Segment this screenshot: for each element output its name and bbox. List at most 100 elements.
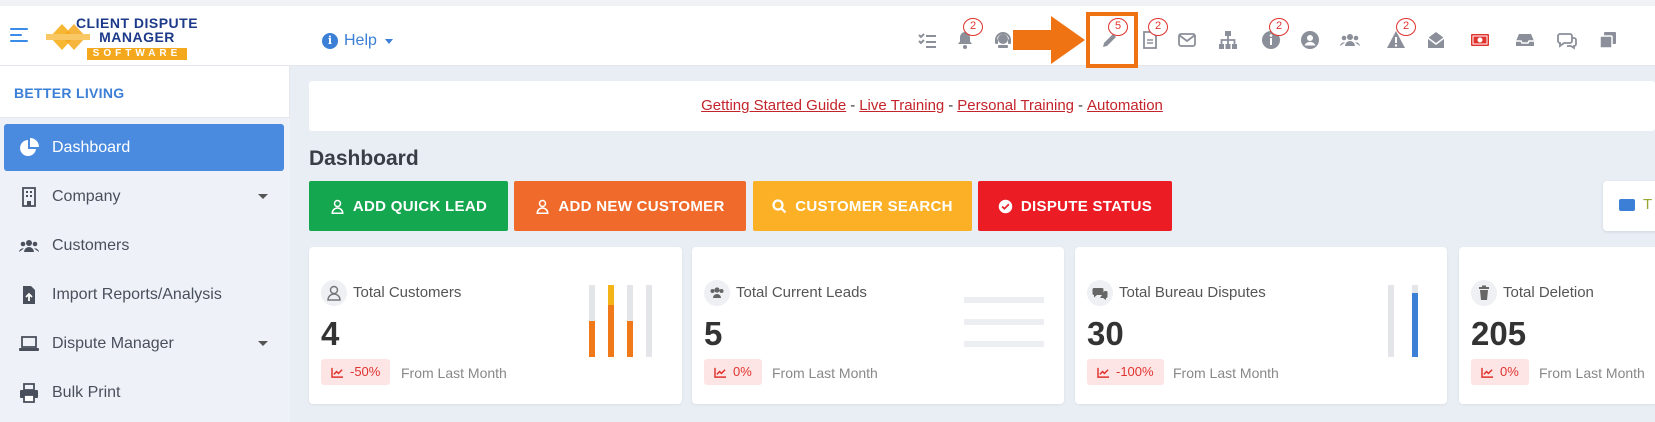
user-outline-icon	[321, 280, 347, 306]
chat-icon[interactable]	[1557, 30, 1577, 50]
alerts-badge: 2	[1396, 18, 1416, 36]
user-outline-icon	[536, 199, 549, 214]
sidebar-item-label: Import Reports/Analysis	[52, 285, 222, 303]
logo-line2: MANAGER	[99, 29, 175, 45]
stat-card-total-deletion[interactable]: Total Deletion 205 0% From Last Month	[1459, 247, 1655, 404]
sidebar-item-bulk-print[interactable]: Bulk Print	[4, 369, 284, 416]
trend-icon	[714, 367, 726, 378]
pencil-badge: 5	[1108, 18, 1128, 36]
trend-icon	[331, 367, 343, 378]
link-separator: -	[948, 97, 954, 114]
trend-icon	[1097, 367, 1109, 378]
users-icon[interactable]	[1340, 30, 1360, 50]
chevron-down-icon	[258, 194, 268, 199]
card-change-badge: -100%	[1087, 359, 1164, 385]
copy-icon[interactable]	[1598, 30, 1618, 50]
card-label: Total Current Leads	[736, 284, 867, 301]
links-bar: Getting Started Guide - Live Training - Pers…	[309, 81, 1655, 131]
logo-line3: SOFTWARE	[86, 48, 188, 60]
laptop-icon	[19, 335, 39, 351]
hamburger-menu-icon[interactable]	[10, 28, 28, 42]
file-import-icon	[23, 285, 35, 304]
add-new-customer-label: ADD NEW CUSTOMER	[558, 197, 725, 215]
sidebar-item-label: Customers	[52, 236, 130, 254]
mini-bar-chart	[1388, 285, 1418, 357]
sidebar-item-dispute-manager[interactable]: Dispute Manager	[4, 320, 284, 367]
sidebar-item-dashboard[interactable]: Dashboard	[4, 124, 284, 171]
card-value: 30	[1087, 315, 1124, 352]
sidebar-nav: Dashboard Company Customers Import Repor…	[0, 118, 290, 416]
stat-card-total-bureau-disputes[interactable]: Total Bureau Disputes 30 -100% From Last…	[1075, 247, 1447, 404]
org-name: BETTER LIVING	[0, 66, 290, 118]
add-new-customer-button[interactable]: ADD NEW CUSTOMER	[514, 181, 746, 231]
users-icon	[19, 239, 39, 252]
user-circle-icon[interactable]	[1300, 30, 1320, 50]
trash-icon	[1471, 280, 1497, 306]
help-menu[interactable]: i Help	[322, 32, 393, 50]
link-separator: -	[850, 97, 856, 114]
customer-search-label: CUSTOMER SEARCH	[795, 197, 953, 215]
support-agent-icon[interactable]	[993, 30, 1013, 50]
live-training-link[interactable]: Live Training	[859, 97, 944, 114]
check-circle-icon	[998, 199, 1013, 213]
card-value: 5	[704, 315, 723, 352]
notifications-badge: 2	[963, 18, 983, 36]
mini-bar-chart	[589, 285, 652, 357]
mail-open-icon[interactable]	[1426, 30, 1446, 50]
top-bar: CLIENT DISPUTE MANAGER SOFTWARE i Help 2…	[0, 0, 1655, 68]
sidebar-item-label: Bulk Print	[52, 383, 121, 401]
card-from-label: From Last Month	[1173, 365, 1279, 381]
chevron-down-icon	[384, 38, 393, 44]
sidebar-item-company[interactable]: Company	[4, 173, 284, 220]
chat-bubbles-icon	[1087, 280, 1113, 306]
sidebar-item-import-reports[interactable]: Import Reports/Analysis	[4, 271, 284, 318]
mail-icon[interactable]	[1177, 30, 1197, 50]
stat-card-total-customers[interactable]: Total Customers 4 -50% From Last Month	[309, 247, 682, 404]
money-icon[interactable]	[1470, 30, 1490, 50]
logo-line1: CLIENT DISPUTE	[75, 15, 199, 31]
info-badge: 2	[1269, 18, 1289, 36]
page-title: Dashboard	[309, 147, 419, 170]
card-change-value: 0%	[733, 364, 752, 379]
info-icon: i	[322, 33, 338, 49]
sidebar-item-customers[interactable]: Customers	[4, 222, 284, 269]
search-icon	[772, 198, 787, 213]
app-logo[interactable]: CLIENT DISPUTE MANAGER SOFTWARE	[62, 16, 212, 60]
dispute-status-button[interactable]: DISPUTE STATUS	[978, 181, 1172, 231]
sidebar-item-label: Dashboard	[52, 138, 131, 156]
card-change-value: -100%	[1116, 364, 1154, 379]
documents-badge: 2	[1148, 18, 1168, 36]
stat-card-total-current-leads[interactable]: Total Current Leads 5 0% From Last Month	[692, 247, 1064, 404]
dispute-status-label: DISPUTE STATUS	[1020, 197, 1153, 215]
sitemap-icon[interactable]	[1218, 30, 1238, 50]
sidebar-item-label: Company	[52, 187, 121, 205]
card-change-badge: -50%	[321, 359, 391, 385]
card-value: 205	[1471, 315, 1527, 352]
tasks-icon[interactable]	[917, 30, 937, 50]
add-quick-lead-label: ADD QUICK LEAD	[352, 197, 488, 215]
automation-link[interactable]: Automation	[1087, 97, 1163, 114]
arrow-pointer-icon	[1013, 16, 1085, 64]
card-change-badge: 0%	[1471, 359, 1529, 385]
pie-chart-icon	[20, 137, 39, 156]
link-separator: -	[1078, 97, 1083, 114]
getting-started-link[interactable]: Getting Started Guide	[701, 97, 846, 114]
video-training-card[interactable]: T	[1603, 181, 1655, 231]
card-value: 4	[321, 315, 340, 352]
chevron-down-icon	[258, 341, 268, 346]
printer-icon	[20, 382, 38, 403]
building-icon	[22, 186, 36, 207]
customer-search-button[interactable]: CUSTOMER SEARCH	[753, 181, 972, 231]
card-label: Total Bureau Disputes	[1119, 284, 1266, 301]
card-from-label: From Last Month	[1539, 365, 1645, 381]
add-quick-lead-button[interactable]: ADD QUICK LEAD	[309, 181, 508, 231]
card-from-label: From Last Month	[401, 365, 507, 381]
card-change-value: 0%	[1500, 364, 1519, 379]
video-training-label: T	[1643, 196, 1653, 213]
inbox-icon[interactable]	[1515, 30, 1535, 50]
personal-training-link[interactable]: Personal Training	[957, 97, 1074, 114]
card-change-badge: 0%	[704, 359, 762, 385]
mini-line-chart	[964, 297, 1044, 347]
card-from-label: From Last Month	[772, 365, 878, 381]
card-label: Total Customers	[353, 284, 462, 301]
